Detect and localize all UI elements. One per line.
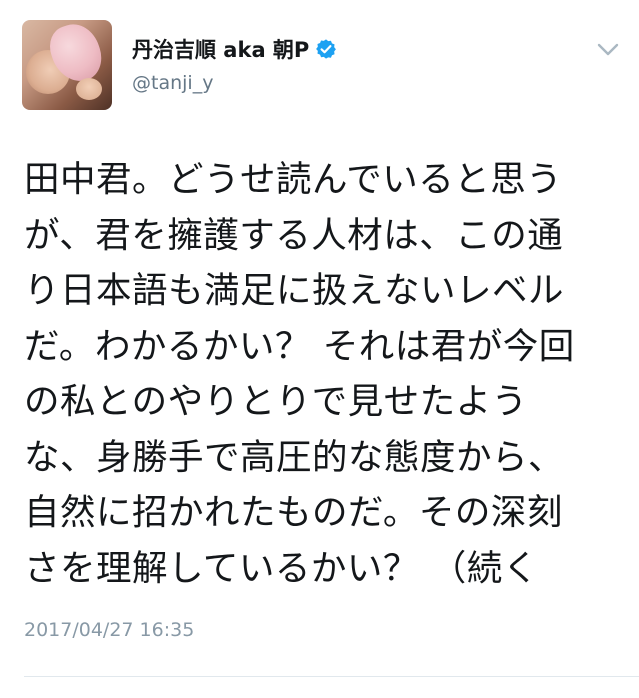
tweet-body-line: さを理解しているかい？ （続く [24,547,539,589]
tweet-body-line: が、君を擁護する人材は、この通 [24,214,564,256]
tweet-card: 丹治吉順 aka 朝P @tanji_y 田中君。どうせ読んでいると思う が、君… [0,0,639,698]
tweet-timestamp[interactable]: 2017/04/27 16:35 [24,619,194,641]
author-name-row[interactable]: 丹治吉順 aka 朝P [132,34,337,64]
tweet-body-line: 自然に招かれたものだ。その深刻 [24,492,563,533]
avatar-hand [76,78,102,100]
avatar[interactable] [22,20,112,110]
tweet-body-line: り日本語も満足に扱えないレベル [24,270,565,311]
chevron-down-icon[interactable] [596,42,620,58]
tweet-body-line: だ。わかるかい？ それは君が今回 [24,325,575,367]
divider [24,676,639,677]
tweet-body: 田中君。どうせ読んでいると思う が、君を擁護する人材は、この通 り日本語も満足に… [24,152,624,596]
tweet-body-line: 田中君。どうせ読んでいると思う [24,159,563,200]
tweet-body-line: の私とのやりとりで見せたよう [24,381,528,422]
tweet-body-line: な、身勝手で高圧的な態度から、 [24,436,565,478]
verified-badge-icon [316,39,337,59]
author-display-name[interactable]: 丹治吉順 aka 朝P [132,34,309,64]
author-handle[interactable]: @tanji_y [132,72,213,94]
